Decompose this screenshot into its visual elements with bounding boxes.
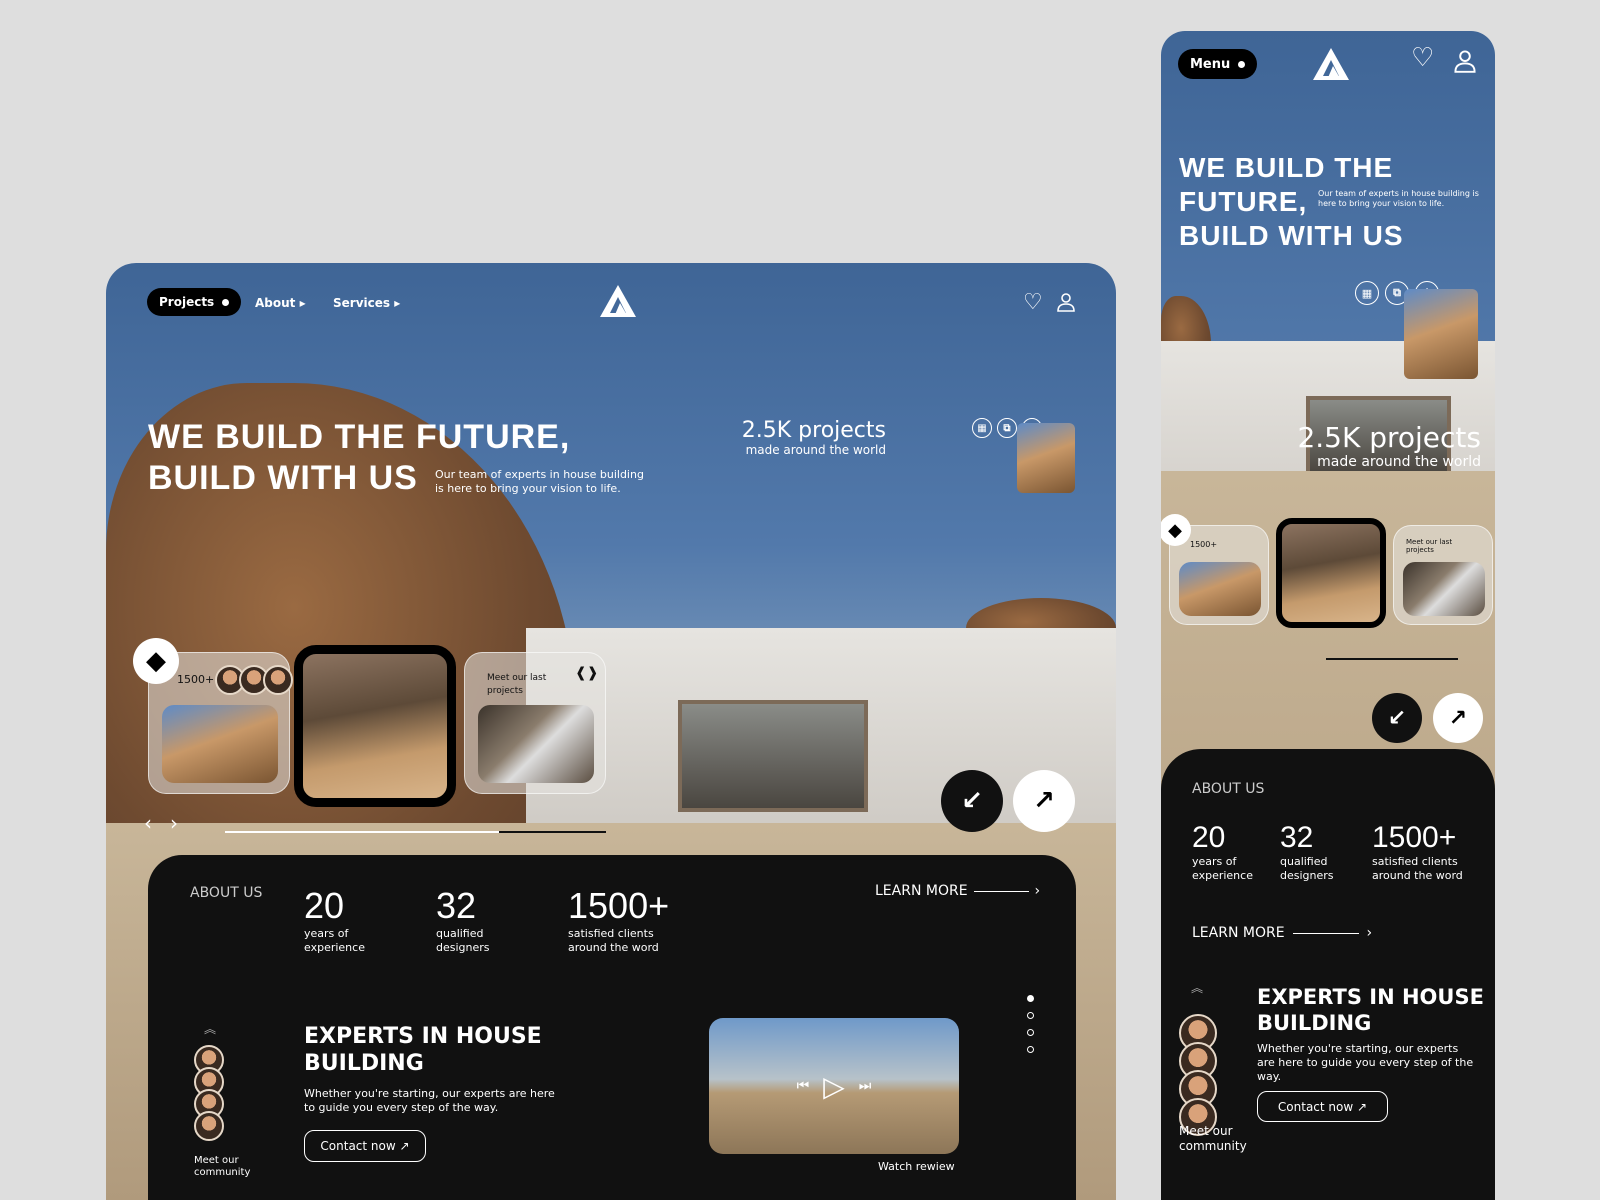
mobile-frame: Menu ♡ WE BUILD THE FUTURE, BUILD WITH US … bbox=[1161, 31, 1495, 1200]
prev-arrow[interactable]: ‹ bbox=[144, 811, 152, 835]
learn-more-link[interactable]: LEARN MORE › bbox=[875, 883, 1040, 899]
hero-title-line2: BUILD WITH US bbox=[148, 459, 418, 497]
nav-projects[interactable]: Projects bbox=[147, 288, 242, 316]
about-panel: ABOUT US 20 years of experience 32 qualifie… bbox=[1161, 749, 1495, 1200]
gallery-icon[interactable]: ▦ bbox=[1355, 281, 1379, 305]
gallery-icon[interactable]: ▦ bbox=[972, 418, 992, 438]
video-player[interactable]: ⏮ ▷ ⏭ bbox=[709, 1018, 959, 1154]
preview-thumbnail[interactable] bbox=[1404, 289, 1478, 379]
arrow-up-right-button[interactable]: ↗ bbox=[1013, 770, 1075, 832]
layers-icon[interactable]: ⧉ bbox=[997, 418, 1017, 438]
about-panel: ABOUT US 20 years of experience 32 qualifie… bbox=[148, 855, 1076, 1200]
nav-services[interactable]: Services ▸ bbox=[333, 296, 400, 310]
latest-projects-card[interactable]: Meet our last projects bbox=[1393, 525, 1493, 625]
hero-desc: Our team of experts in house building is … bbox=[435, 468, 644, 495]
community-avatars[interactable] bbox=[194, 1045, 224, 1141]
pagination-dots[interactable] bbox=[1027, 995, 1034, 1053]
community-avatars[interactable] bbox=[1179, 1014, 1217, 1136]
user-icon[interactable] bbox=[1453, 49, 1477, 73]
arrow-down-left-button[interactable]: ↙ bbox=[1372, 693, 1422, 743]
next-icon[interactable]: ⏭ bbox=[859, 1078, 872, 1094]
house-window bbox=[678, 700, 868, 812]
logo-icon[interactable] bbox=[1311, 46, 1351, 82]
scroll-up-icon[interactable]: ︽ bbox=[204, 1020, 216, 1037]
latest-projects-card[interactable]: Meet our last projects ❰❱ bbox=[464, 652, 606, 794]
next-arrow[interactable]: › bbox=[170, 811, 178, 835]
diamond-logo-button[interactable]: ◆ bbox=[133, 638, 179, 684]
desktop-frame: Projects About ▸ Services ▸ ♡ WE BUILD T… bbox=[106, 263, 1116, 1200]
arrow-up-right-button[interactable]: ↗ bbox=[1433, 693, 1483, 743]
active-project-card[interactable] bbox=[294, 645, 456, 807]
carousel-progress[interactable] bbox=[1326, 658, 1458, 660]
previous-icon[interactable]: ⏮ bbox=[797, 1078, 810, 1094]
preview-thumbnail[interactable] bbox=[1017, 423, 1075, 493]
learn-more-link[interactable]: LEARN MORE › bbox=[1192, 925, 1372, 941]
heart-icon[interactable]: ♡ bbox=[1411, 43, 1434, 73]
carousel-progress[interactable] bbox=[225, 831, 606, 833]
logo-icon[interactable] bbox=[598, 283, 638, 319]
menu-button[interactable]: Menu bbox=[1178, 49, 1258, 79]
play-icon[interactable]: ▷ bbox=[823, 1070, 845, 1103]
contact-now-button[interactable]: Contact now ↗ bbox=[1257, 1091, 1388, 1122]
hero-title-line1: WE BUILD THE FUTURE, bbox=[148, 418, 571, 456]
arrow-down-left-button[interactable]: ↙ bbox=[941, 770, 1003, 832]
active-project-card[interactable] bbox=[1276, 518, 1386, 628]
heart-icon[interactable]: ♡ bbox=[1023, 290, 1043, 315]
projects-stat: 2.5K projects made around the world bbox=[741, 418, 886, 457]
scroll-up-icon[interactable]: ︽ bbox=[1191, 979, 1203, 996]
nav-about[interactable]: About ▸ bbox=[255, 296, 306, 310]
contact-now-button[interactable]: Contact now ↗ bbox=[304, 1130, 426, 1162]
about-title: ABOUT US bbox=[190, 885, 263, 901]
chevrons-icon: ❰❱ bbox=[575, 665, 599, 681]
user-icon[interactable] bbox=[1056, 292, 1076, 312]
